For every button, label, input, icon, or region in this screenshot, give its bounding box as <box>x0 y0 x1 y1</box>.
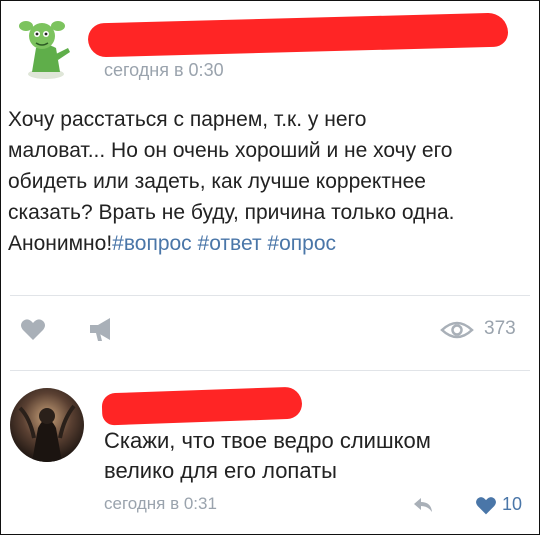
views-count: 373 <box>484 318 516 339</box>
comment-likes-count: 10 <box>502 494 523 514</box>
post-text: Хочу расстаться с парнем, т.к. у него ма… <box>8 104 528 259</box>
hashtag-link[interactable]: #вопрос <box>112 232 192 255</box>
comment-timestamp: сегодня в 0:31 <box>104 494 217 513</box>
megaphone-icon <box>90 318 110 341</box>
green-mascot-icon <box>19 21 70 79</box>
post-divider-top <box>10 295 530 296</box>
share-button[interactable] <box>88 315 116 343</box>
eye-icon <box>440 321 474 339</box>
reply-arrow-icon <box>414 498 432 512</box>
post-text-line: Анонимно!#вопрос #ответ #опрос <box>8 228 528 259</box>
post-text-line: Хочу расстаться с парнем, т.к. у него <box>8 108 367 131</box>
comment-author-avatar[interactable] <box>10 388 84 462</box>
post-author-avatar[interactable] <box>12 14 80 82</box>
heart-icon <box>476 497 496 515</box>
hashtag-link[interactable]: #ответ <box>198 232 262 255</box>
hashtag-link[interactable]: #опрос <box>267 232 336 255</box>
post-text-line: маловат... Но он очень хороший и не хочу… <box>8 139 453 162</box>
views-indicator <box>440 320 474 340</box>
post-divider-bottom <box>10 370 530 371</box>
post-text-line: обидеть или задеть, как лучше корректнее <box>8 170 426 193</box>
comment-like-button[interactable] <box>475 496 497 516</box>
comment-text-line: велико для его лопаты <box>104 458 337 483</box>
comment-text-line: Скажи, что твое ведро слишком <box>104 428 431 453</box>
comment-text: Скажи, что твое ведро слишком велико для… <box>104 426 524 486</box>
reply-button[interactable] <box>412 496 434 514</box>
dark-artwork-icon <box>10 388 84 462</box>
post-text-line: сказать? Врать не буду, причина только о… <box>8 201 455 224</box>
like-button[interactable] <box>20 318 46 342</box>
heart-icon <box>21 319 45 340</box>
anonymous-label: Анонимно! <box>8 232 113 255</box>
post-timestamp: сегодня в 0:30 <box>104 60 224 80</box>
